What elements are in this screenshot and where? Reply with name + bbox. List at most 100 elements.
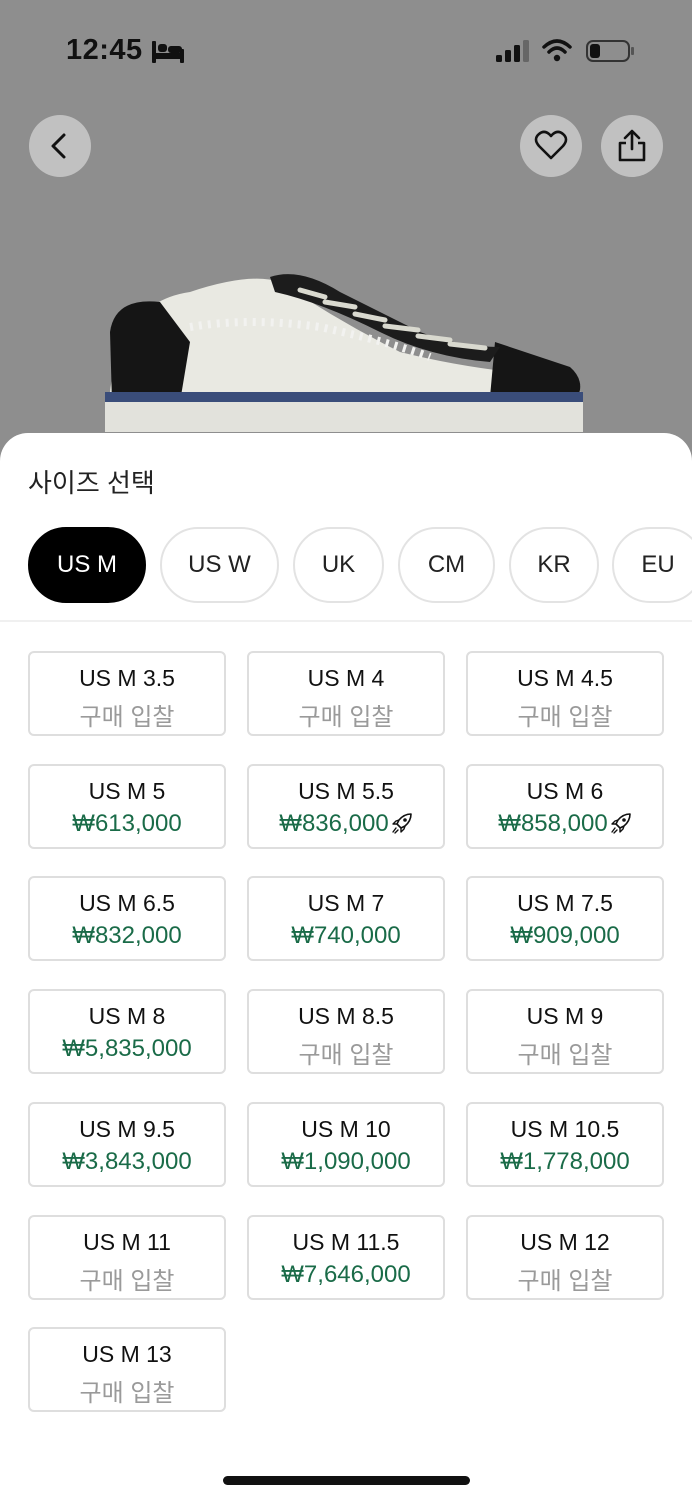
size-label: US M 4.5: [517, 665, 613, 691]
status-time: 12:45: [66, 34, 143, 66]
size-unit-tabs: US M US W UK CM KR EU: [0, 527, 692, 607]
size-label: US M 12: [520, 1229, 610, 1255]
buy-bid-label: 구매 입찰: [249, 697, 443, 732]
tab-eu[interactable]: EU: [612, 527, 692, 603]
price-text: ₩3,843,000: [62, 1148, 192, 1175]
tab-kr[interactable]: KR: [509, 527, 599, 603]
favorite-button[interactable]: [520, 115, 582, 177]
tab-cm[interactable]: CM: [398, 527, 495, 603]
battery-icon: [586, 40, 634, 62]
size-label: US M 9: [526, 1003, 604, 1029]
price-text: 구매 입찰: [517, 704, 613, 731]
tab-us-m[interactable]: US M: [28, 527, 146, 603]
size-label: US M 10: [301, 1116, 391, 1142]
size-label: US M 6: [526, 778, 604, 804]
size-label: US M 5.5: [298, 778, 394, 804]
price-text: ₩909,000: [510, 922, 620, 949]
size-label: US M 13: [82, 1341, 172, 1367]
size-price: ₩3,843,000: [30, 1148, 224, 1176]
price-text: ₩740,000: [291, 922, 401, 949]
size-option[interactable]: US M 7 ₩740,000: [247, 876, 445, 961]
chevron-left-icon: [51, 133, 66, 159]
buy-bid-label: 구매 입찰: [30, 697, 224, 732]
price-text: ₩613,000: [72, 810, 182, 837]
share-icon: [618, 129, 646, 162]
size-price: ₩836,000: [249, 810, 443, 838]
size-label: US M 11.5: [292, 1229, 400, 1255]
size-label: US M 7: [307, 890, 385, 916]
cellular-signal-icon: [496, 40, 529, 62]
price-text: ₩1,090,000: [281, 1148, 411, 1175]
size-option[interactable]: US M 3.5 구매 입찰: [28, 651, 226, 736]
size-price: ₩5,835,000: [30, 1035, 224, 1063]
sleep-mode-icon: [152, 41, 184, 63]
share-button[interactable]: [601, 115, 663, 177]
size-price: ₩1,090,000: [249, 1148, 443, 1176]
size-option[interactable]: US M 11.5 ₩7,646,000: [247, 1215, 445, 1300]
size-label: US M 5: [88, 778, 166, 804]
back-button[interactable]: [29, 115, 91, 177]
wifi-icon: [542, 39, 572, 62]
price-text: 구매 입찰: [79, 704, 175, 731]
size-label: US M 6.5: [79, 890, 175, 916]
size-price: ₩909,000: [468, 922, 662, 950]
size-price: ₩832,000: [30, 922, 224, 950]
price-text: ₩858,000: [498, 810, 608, 837]
size-option[interactable]: US M 10.5 ₩1,778,000: [466, 1102, 664, 1187]
size-option[interactable]: US M 9.5 ₩3,843,000: [28, 1102, 226, 1187]
buy-bid-label: 구매 입찰: [468, 697, 662, 732]
heart-icon: [534, 130, 568, 160]
status-bar: 12:45: [0, 0, 692, 100]
price-text: 구매 입찰: [517, 1042, 613, 1069]
size-price: ₩613,000: [30, 810, 224, 838]
price-text: ₩832,000: [72, 922, 182, 949]
price-text: ₩5,835,000: [62, 1035, 192, 1062]
divider: [0, 620, 692, 622]
buy-bid-label: 구매 입찰: [30, 1373, 224, 1408]
size-option[interactable]: US M 10 ₩1,090,000: [247, 1102, 445, 1187]
price-text: 구매 입찰: [79, 1268, 175, 1295]
price-text: 구매 입찰: [79, 1380, 175, 1407]
size-option[interactable]: US M 9 구매 입찰: [466, 989, 664, 1074]
size-price: ₩1,778,000: [468, 1148, 662, 1176]
buy-bid-label: 구매 입찰: [468, 1035, 662, 1070]
size-option[interactable]: US M 6.5 ₩832,000: [28, 876, 226, 961]
size-price: ₩858,000: [468, 810, 662, 838]
size-price: ₩740,000: [249, 922, 443, 950]
buy-bid-label: 구매 입찰: [468, 1261, 662, 1296]
size-option[interactable]: US M 8 ₩5,835,000: [28, 989, 226, 1074]
size-price: ₩7,646,000: [249, 1261, 443, 1289]
size-option[interactable]: US M 7.5 ₩909,000: [466, 876, 664, 961]
size-label: US M 3.5: [79, 665, 175, 691]
size-option[interactable]: US M 8.5 구매 입찰: [247, 989, 445, 1074]
size-option[interactable]: US M 12 구매 입찰: [466, 1215, 664, 1300]
tab-us-w[interactable]: US W: [160, 527, 279, 603]
price-text: ₩7,646,000: [281, 1261, 411, 1288]
size-option[interactable]: US M 5.5 ₩836,000: [247, 764, 445, 849]
size-label: US M 7.5: [517, 890, 613, 916]
size-label: US M 10.5: [510, 1116, 620, 1142]
size-option[interactable]: US M 11 구매 입찰: [28, 1215, 226, 1300]
size-label: US M 8.5: [298, 1003, 394, 1029]
size-option[interactable]: US M 6 ₩858,000: [466, 764, 664, 849]
price-text: 구매 입찰: [517, 1268, 613, 1295]
price-text: ₩1,778,000: [500, 1148, 630, 1175]
buy-bid-label: 구매 입찰: [30, 1261, 224, 1296]
size-selection-sheet: 사이즈 선택 US M US W UK CM KR EU US M 3.5 구매 …: [0, 433, 692, 1500]
sheet-title: 사이즈 선택: [28, 468, 155, 498]
price-text: 구매 입찰: [298, 704, 394, 731]
tab-uk[interactable]: UK: [293, 527, 384, 603]
price-text: ₩836,000: [279, 810, 389, 837]
size-option[interactable]: US M 13 구매 입찰: [28, 1327, 226, 1412]
size-option[interactable]: US M 4.5 구매 입찰: [466, 651, 664, 736]
size-label: US M 8: [88, 1003, 166, 1029]
rocket-icon: [611, 813, 631, 834]
size-option[interactable]: US M 4 구매 입찰: [247, 651, 445, 736]
size-label: US M 9.5: [79, 1116, 175, 1142]
size-option[interactable]: US M 5 ₩613,000: [28, 764, 226, 849]
size-label: US M 4: [307, 665, 385, 691]
rocket-icon: [392, 813, 412, 834]
price-text: 구매 입찰: [298, 1042, 394, 1069]
buy-bid-label: 구매 입찰: [249, 1035, 443, 1070]
size-label: US M 11: [83, 1229, 171, 1255]
